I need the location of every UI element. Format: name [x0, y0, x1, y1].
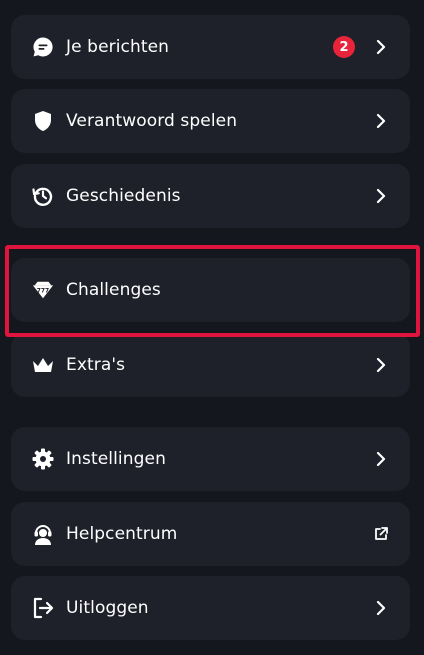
external-link-icon	[372, 525, 390, 543]
support-agent-icon	[32, 523, 54, 545]
crown-icon	[32, 354, 54, 376]
chat-icon	[32, 36, 54, 58]
unread-count-badge: 2	[333, 36, 355, 58]
menu-item-label: Instellingen	[66, 449, 166, 469]
chevron-right-icon	[372, 112, 390, 130]
svg-text:777: 777	[37, 287, 49, 294]
chevron-right-icon	[372, 38, 390, 56]
history-icon	[32, 185, 54, 207]
menu-item-label: Geschiedenis	[66, 186, 181, 206]
chevron-right-icon	[372, 450, 390, 468]
menu-item-label: Helpcentrum	[66, 524, 178, 544]
shield-icon	[32, 110, 54, 132]
chevron-right-icon	[372, 187, 390, 205]
menu-item-extras[interactable]: Extra's	[11, 333, 410, 397]
gear-icon	[32, 448, 54, 470]
menu-item-label: Extra's	[66, 355, 126, 375]
menu-item-messages[interactable]: Je berichten 2	[11, 15, 410, 79]
menu-item-responsible-gaming[interactable]: Verantwoord spelen	[11, 89, 410, 153]
menu-item-label: Uitloggen	[66, 598, 149, 618]
chevron-right-icon	[372, 356, 390, 374]
chevron-right-icon	[372, 599, 390, 617]
menu-item-label: Verantwoord spelen	[66, 111, 238, 131]
menu-item-logout[interactable]: Uitloggen	[11, 576, 410, 640]
menu-item-history[interactable]: Geschiedenis	[11, 164, 410, 228]
menu-item-challenges[interactable]: 777 Challenges	[11, 258, 410, 322]
menu-item-settings[interactable]: Instellingen	[11, 427, 410, 491]
menu-item-help-center[interactable]: Helpcentrum	[11, 502, 410, 566]
menu-item-label: Challenges	[66, 280, 161, 300]
menu-item-label: Je berichten	[66, 37, 170, 57]
account-menu: Je berichten 2 Verantwoord spelen Geschi…	[0, 0, 424, 655]
challenges-icon: 777	[32, 279, 54, 301]
logout-icon	[32, 597, 54, 619]
